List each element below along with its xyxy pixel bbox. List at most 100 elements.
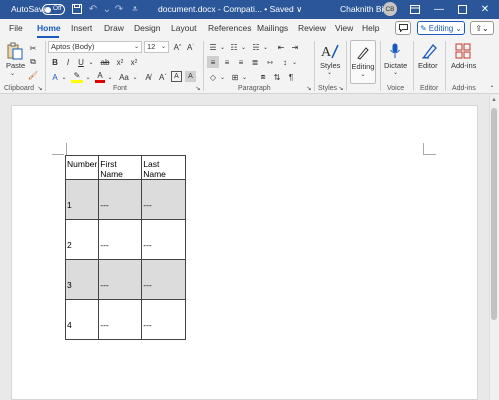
change-case-icon[interactable]: Aa (117, 71, 131, 83)
table-cell[interactable]: --- (98, 179, 143, 220)
document-title[interactable]: document.docx - Compati... • Saved ∨ (158, 4, 302, 15)
microphone-icon[interactable] (388, 41, 402, 61)
chevron-down-icon[interactable]: ⌄ (291, 56, 298, 68)
minimize-icon[interactable]: — (432, 2, 446, 16)
table-cell[interactable]: --- (141, 259, 187, 300)
tab-file[interactable]: File (9, 23, 23, 33)
scroll-up-icon[interactable]: ▲ (490, 97, 498, 105)
table-cell[interactable]: 3 (64, 259, 100, 300)
underline-dropdown-icon[interactable]: ⌄ (87, 56, 95, 68)
clipboard-launcher-icon[interactable]: ↘ (36, 84, 44, 92)
increase-indent-icon[interactable]: ⇥ (289, 41, 301, 53)
shrink-font-icon[interactable]: Aˇ (185, 41, 196, 53)
font-launcher-icon[interactable]: ↘ (194, 84, 202, 92)
font-size-combo[interactable]: 12 ⌄ (144, 41, 169, 53)
table-cell[interactable]: --- (141, 299, 187, 340)
asian-layout-icon[interactable]: ⧈ (257, 71, 269, 83)
font-color-icon[interactable]: A (95, 71, 105, 83)
grow-font-icon[interactable]: A ^ (172, 41, 183, 53)
shading-icon[interactable]: ◇ (207, 71, 219, 83)
table-header-cell[interactable]: First Name (98, 155, 143, 180)
chevron-down-icon[interactable]: ⌄ (240, 41, 247, 53)
subscript-icon[interactable]: x2 (114, 56, 126, 68)
editing-group-button[interactable]: Editing ⌄ (350, 40, 376, 84)
character-border-icon[interactable]: A (171, 71, 182, 82)
tab-review[interactable]: Review (298, 23, 326, 33)
table-cell[interactable]: --- (98, 299, 143, 340)
scrollbar-thumb[interactable] (491, 108, 497, 320)
numbering-icon[interactable]: ☷ (228, 41, 240, 53)
redo-icon[interactable]: ↷ (112, 2, 126, 16)
data-table[interactable]: Number First Name Last Name 1 --- --- 2 … (64, 155, 187, 340)
tab-layout[interactable]: Layout (171, 23, 197, 33)
chevron-down-icon[interactable]: ⌄ (219, 71, 226, 83)
paragraph-launcher-icon[interactable]: ↘ (305, 84, 313, 92)
table-cell[interactable]: 4 (64, 299, 100, 340)
bold-icon[interactable]: B (50, 56, 60, 68)
addins-icon[interactable] (454, 41, 472, 61)
save-icon[interactable] (70, 2, 84, 16)
chevron-down-icon[interactable]: ⌄ (106, 71, 114, 83)
distributed-icon[interactable]: ⇿ (264, 56, 276, 68)
underline-icon[interactable]: U (76, 56, 86, 68)
table-cell[interactable]: --- (141, 219, 187, 260)
chevron-down-icon[interactable]: ⌄ (393, 69, 398, 76)
borders-icon[interactable]: ⊞ (229, 71, 241, 83)
styles-icon[interactable]: A (318, 41, 342, 61)
chevron-down-icon[interactable]: ⌄ (327, 69, 332, 76)
chevron-down-icon[interactable]: ⌄ (262, 41, 269, 53)
text-effects-icon[interactable]: A (50, 71, 60, 83)
tab-help[interactable]: Help (362, 23, 379, 33)
phonetic-guide-icon[interactable]: Aˊ (157, 71, 169, 83)
tab-view[interactable]: View (335, 23, 353, 33)
sort-icon[interactable]: ⇅ (271, 71, 283, 83)
font-name-combo[interactable]: Aptos (Body) ⌄ (48, 41, 142, 53)
clear-formatting-icon[interactable]: A̸ (142, 71, 154, 83)
paste-dropdown-icon[interactable]: ⌄ (10, 70, 15, 77)
avatar[interactable]: CB (383, 2, 397, 16)
highlight-icon[interactable]: ✎ (71, 71, 83, 83)
collapse-ribbon-icon[interactable]: ⌃ (488, 84, 496, 92)
chevron-down-icon[interactable]: ⌄ (131, 71, 139, 83)
table-cell[interactable]: --- (141, 179, 187, 220)
decrease-indent-icon[interactable]: ⇤ (275, 41, 287, 53)
table-cell[interactable]: 2 (64, 219, 100, 260)
chevron-down-icon[interactable]: ⌄ (241, 71, 248, 83)
addins-label[interactable]: Add-ins (451, 61, 476, 70)
editing-mode-button[interactable]: ✎ Editing ⌄ (417, 21, 465, 35)
table-cell[interactable]: --- (98, 219, 143, 260)
align-left-icon[interactable]: ≡ (207, 56, 219, 68)
cut-icon[interactable]: ✂ (27, 42, 39, 54)
format-painter-icon[interactable]: 🖌 (27, 69, 39, 81)
tab-home[interactable]: Home (37, 23, 61, 33)
user-name[interactable]: Chaknith Bin (340, 4, 388, 14)
paste-label[interactable]: Paste (6, 61, 25, 70)
paste-icon[interactable] (6, 41, 24, 61)
copy-icon[interactable]: ⧉ (27, 56, 39, 68)
justify-icon[interactable]: ≣ (249, 56, 261, 68)
strikethrough-icon[interactable]: ab (99, 56, 111, 68)
tab-design[interactable]: Design (134, 23, 160, 33)
italic-icon[interactable]: I (63, 56, 73, 68)
character-shading-icon[interactable]: A (185, 71, 196, 82)
tab-insert[interactable]: Insert (71, 23, 92, 33)
bullets-icon[interactable]: ☰ (207, 41, 219, 53)
table-header-cell[interactable]: Last Name (141, 155, 187, 180)
tab-mailings[interactable]: Mailings (257, 23, 288, 33)
chevron-down-icon[interactable]: ⌄ (60, 71, 68, 83)
chevron-down-icon[interactable]: ⌄ (84, 71, 92, 83)
share-button[interactable]: ⇪ ⌄ (470, 21, 494, 35)
align-right-icon[interactable]: ≡ (235, 56, 247, 68)
tab-references[interactable]: References (208, 23, 251, 33)
editor-label[interactable]: Editor (418, 61, 438, 70)
table-cell[interactable]: --- (98, 259, 143, 300)
line-spacing-icon[interactable]: ↕ (279, 56, 291, 68)
align-center-icon[interactable]: ≡ (221, 56, 233, 68)
table-cell[interactable]: 1 (64, 179, 100, 220)
undo-icon[interactable]: ↶ (86, 2, 100, 16)
maximize-icon[interactable] (455, 2, 469, 16)
close-icon[interactable]: ✕ (478, 2, 492, 16)
superscript-icon[interactable]: x2 (128, 56, 140, 68)
customize-toolbar-icon[interactable]: ⩡ (128, 2, 142, 16)
styles-launcher-icon[interactable]: ↘ (337, 84, 345, 92)
